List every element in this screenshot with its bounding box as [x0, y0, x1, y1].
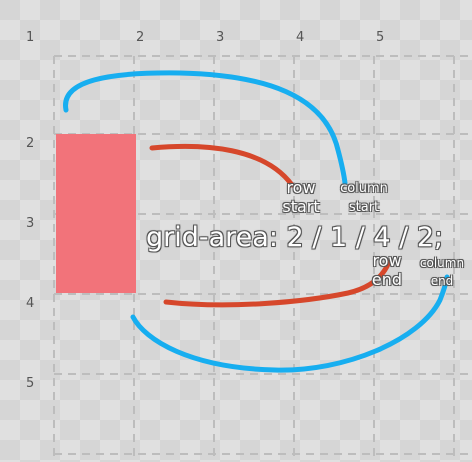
column-start-arrow: [63, 70, 348, 186]
column-start-label-line: start: [348, 200, 380, 215]
row-start-label-line: start: [282, 197, 320, 216]
column-end-arrow: [130, 274, 450, 373]
grid-area-code-label: grid-area: 2 / 1 / 4 / 2;: [146, 222, 444, 253]
row-end-label-line: row: [372, 251, 402, 270]
row-start-label-line: row: [286, 178, 316, 197]
row-end-arrow: [163, 259, 392, 308]
column-end-label-line: column: [419, 256, 465, 270]
column-start-label: column start: [329, 179, 399, 217]
column-start-label-line: column: [340, 181, 388, 196]
row-end-label-line: end: [371, 270, 403, 289]
grid-diagram: 1 2 3 4 5 2 3 4 5 row start column start…: [0, 0, 472, 462]
column-end-label-line: end: [430, 274, 454, 288]
row-end-label: row end: [366, 251, 408, 289]
row-start-label: row start: [279, 178, 323, 216]
column-end-label: column end: [411, 254, 472, 290]
row-start-arrow: [149, 143, 295, 188]
